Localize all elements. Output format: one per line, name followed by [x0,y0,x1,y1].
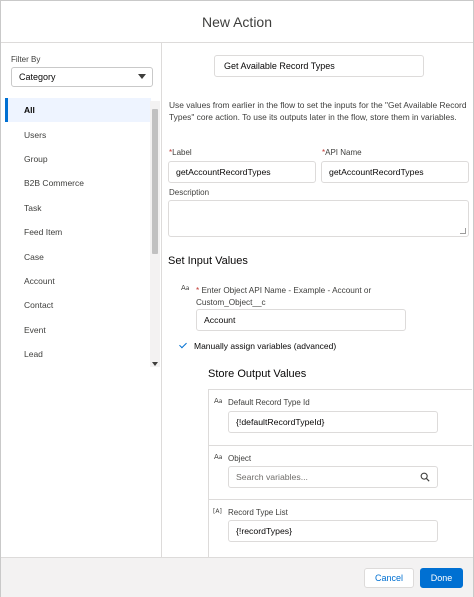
category-item-label: B2B Commerce [24,178,84,189]
selected-action-name[interactable]: Get Available Record Types [214,55,424,77]
category-item-all[interactable]: All [5,98,151,123]
store-output-values-title: Store Output Values [208,368,307,380]
search-icon[interactable] [420,472,430,482]
object-input-hint: * Enter Object API Name - Example - Acco… [196,285,436,309]
filter-by-select[interactable]: Category [11,67,153,87]
object-output-label: Object [228,454,252,463]
category-item-account[interactable]: Account [5,269,151,293]
output-record-type-list: [A] Record Type List {!recordTypes} [208,499,472,557]
search-variables-placeholder: Search variables... [236,472,308,482]
filter-by-label: Filter By [11,55,41,64]
description-textarea[interactable] [168,200,469,237]
text-type-icon: Aa [214,397,223,405]
description-field-label: Description [169,188,210,197]
default-record-type-input[interactable]: {!defaultRecordTypeId} [228,411,438,433]
category-item-label: Account [24,275,55,286]
manual-assign-label: Manually assign variables (advanced) [194,341,337,351]
text-type-icon: Aa [214,453,223,461]
scroll-down-arrow-icon[interactable] [152,362,158,366]
cancel-button[interactable]: Cancel [364,568,414,588]
action-config-panel: Get Available Record Types Use values fr… [163,43,473,557]
record-type-list-label: Record Type List [228,508,288,517]
category-item-group[interactable]: Group [5,147,151,171]
modal-footer: Cancel Done [1,557,473,597]
modal-header: New Action [1,1,473,43]
object-input-hint-text: Enter Object API Name - Example - Accoun… [196,286,372,307]
action-description-text: Use values from earlier in the flow to s… [169,100,467,122]
category-item-label: Feed Item [24,227,63,238]
default-record-type-label: Default Record Type Id [228,398,310,407]
resize-handle-icon[interactable] [460,228,466,234]
scrollbar-thumb[interactable] [152,109,158,254]
category-item-b2b-commerce[interactable]: B2B Commerce [5,171,151,195]
search-variables-input[interactable]: Search variables... [228,466,438,488]
category-item-label: Contact [24,300,54,311]
category-item-label: Task [24,202,42,213]
set-input-values-title: Set Input Values [168,255,248,267]
manual-assign-checkbox[interactable]: Manually assign variables (advanced) [178,341,336,351]
label-field-label: *Label [169,148,192,157]
category-list: All Users Group B2B Commerce Task Feed I… [5,98,151,368]
new-action-modal: New Action Filter By Category All Users … [0,0,474,597]
category-item-label: Lead [24,349,43,360]
label-field-label-text: Label [172,148,192,157]
output-object: Aa Object Search variables... [208,445,472,501]
record-type-list-input[interactable]: {!recordTypes} [228,520,438,542]
object-api-name-input[interactable]: Account [196,309,406,331]
category-item-users[interactable]: Users [5,122,151,146]
category-item-label: Group [24,153,48,164]
category-item-task[interactable]: Task [5,196,151,220]
category-item-feed-item[interactable]: Feed Item [5,220,151,244]
chevron-down-icon [138,74,146,79]
api-name-field-label-text: API Name [325,148,362,157]
category-item-label: Event [24,324,46,335]
filter-by-value: Category [19,72,56,82]
category-sidebar: Filter By Category All Users Group B2B C… [2,43,162,557]
api-name-field-label: *API Name [322,148,362,157]
category-item-event[interactable]: Event [5,318,151,342]
output-default-record-type: Aa Default Record Type Id {!defaultRecor… [208,389,472,445]
api-name-input[interactable]: getAccountRecordTypes [321,161,469,183]
required-marker: * [196,286,200,295]
category-item-case[interactable]: Case [5,244,151,268]
label-input[interactable]: getAccountRecordTypes [168,161,316,183]
category-item-label: All [24,105,35,116]
category-item-lead[interactable]: Lead [5,342,151,366]
done-button[interactable]: Done [420,568,463,588]
category-item-label: Users [24,129,47,140]
category-list-scrollbar[interactable] [150,101,160,367]
text-collection-icon: [A] [213,508,222,515]
category-item-label: Case [24,251,44,262]
modal-title: New Action [201,13,273,30]
category-item-contact[interactable]: Contact [5,293,151,317]
text-type-icon: Aa [181,284,190,292]
checkmark-icon [178,341,188,351]
